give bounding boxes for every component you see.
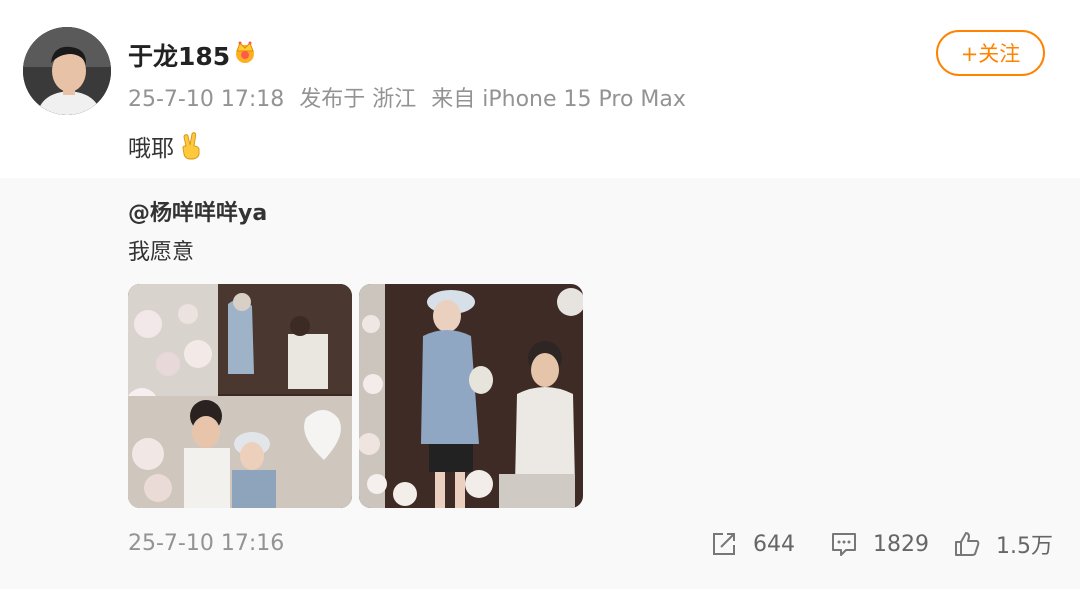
repost-photo-2[interactable] (359, 284, 583, 508)
post-text: 哦耶 (128, 129, 204, 163)
repost-photo-1[interactable] (128, 284, 352, 508)
post-location: 发布于 浙江 (299, 87, 417, 112)
avatar[interactable] (23, 27, 111, 115)
repost-time[interactable]: 25-7-10 17:16 (128, 531, 284, 556)
thumbs-up-icon (955, 532, 980, 556)
proposal-photo (359, 284, 583, 508)
like-count: 1.5万 (996, 534, 1053, 559)
photo-collage (128, 284, 352, 508)
comment-icon (832, 533, 856, 556)
username[interactable]: 于龙185 (128, 37, 230, 73)
share-icon (713, 533, 735, 555)
repost-box[interactable]: @杨咩咩咩ya 我愿意 25-7-10 17:16 644 1829 1.5万 (0, 178, 1080, 589)
post-header: 于龙185 25-7-10 17:18 发布于 浙江 来自 iPhone 15 … (0, 0, 1080, 178)
share-count: 644 (753, 531, 795, 557)
comment-button[interactable]: 1829 (829, 529, 929, 559)
victory-hand-icon (182, 132, 200, 160)
like-button[interactable]: 1.5万 (952, 529, 1053, 559)
repost-text: 我愿意 (128, 240, 195, 265)
repost-author[interactable]: @杨咩咩咩ya (128, 195, 267, 227)
avatar-photo (23, 27, 111, 115)
share-button[interactable]: 644 (709, 529, 795, 559)
crown-badge-icon (236, 41, 254, 63)
post-source: 来自 iPhone 15 Pro Max (431, 87, 686, 112)
follow-button[interactable]: +关注 (936, 30, 1045, 76)
comment-count: 1829 (873, 531, 929, 557)
post-date[interactable]: 25-7-10 17:18 (128, 87, 284, 112)
post-meta: 25-7-10 17:18 发布于 浙江 来自 iPhone 15 Pro Ma… (128, 81, 694, 113)
post-text-content: 哦耶 (128, 136, 174, 162)
